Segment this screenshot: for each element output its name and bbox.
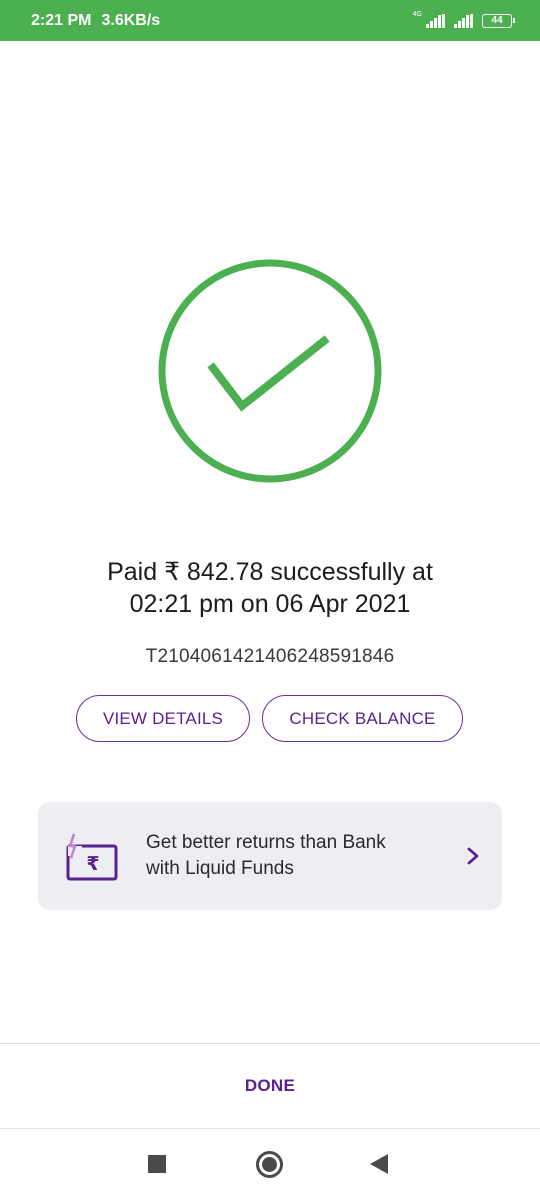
back-icon[interactable] bbox=[370, 1154, 388, 1174]
status-right: 4G 44 bbox=[412, 11, 515, 28]
signal-icon-2 bbox=[454, 13, 473, 28]
transaction-id: T2104061421406248591846 bbox=[145, 646, 395, 667]
system-nav-bar bbox=[0, 1129, 540, 1200]
rupee-bolt-icon: ₹ bbox=[66, 833, 118, 881]
status-bar: 2:21 PM 3.6KB/s 4G 44 bbox=[0, 0, 540, 41]
battery-level: 44 bbox=[491, 14, 503, 26]
home-icon[interactable] bbox=[256, 1151, 283, 1178]
battery-icon: 44 bbox=[482, 13, 515, 28]
liquid-funds-promo-card[interactable]: ₹ Get better returns than Bank with Liqu… bbox=[38, 802, 502, 910]
payment-time-line: 02:21 pm on 06 Apr 2021 bbox=[129, 590, 411, 618]
svg-text:₹: ₹ bbox=[86, 853, 99, 875]
status-time: 2:21 PM bbox=[31, 11, 92, 29]
recent-apps-icon[interactable] bbox=[148, 1155, 166, 1173]
done-button[interactable]: DONE bbox=[0, 1044, 540, 1128]
payment-amount-line: Paid ₹ 842.78 successfully at bbox=[107, 558, 433, 586]
signal-icon bbox=[426, 13, 445, 28]
network-type: 4G bbox=[412, 11, 422, 18]
success-check-icon bbox=[158, 259, 382, 483]
chevron-right-icon bbox=[467, 847, 479, 865]
view-details-button[interactable]: VIEW DETAILS bbox=[76, 695, 250, 742]
check-balance-button[interactable]: CHECK BALANCE bbox=[262, 695, 463, 742]
status-left: 2:21 PM 3.6KB/s bbox=[31, 12, 160, 30]
promo-line-1: Get better returns than Bank bbox=[146, 832, 386, 853]
payment-message: Paid ₹ 842.78 successfully at 02:21 pm o… bbox=[40, 556, 500, 620]
promo-text: Get better returns than Bank with Liquid… bbox=[146, 830, 446, 882]
promo-line-2: with Liquid Funds bbox=[146, 858, 294, 879]
status-speed: 3.6KB/s bbox=[101, 11, 161, 29]
